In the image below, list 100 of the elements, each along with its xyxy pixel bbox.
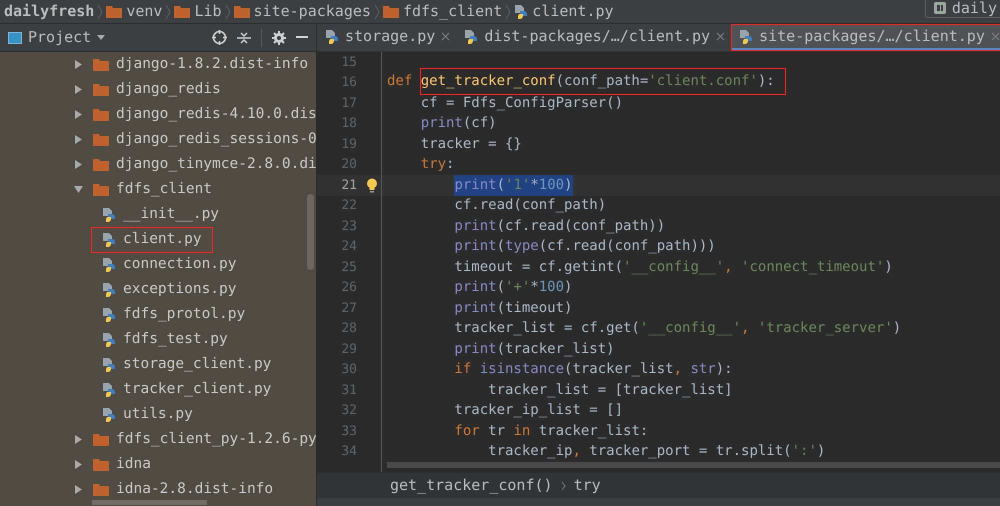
code-line: cf = Fdfs_ConfigParser() <box>420 94 624 113</box>
python-file-icon <box>464 28 478 44</box>
editor-tab[interactable]: dist-packages/…/client.py <box>456 24 732 51</box>
tree-item[interactable]: django_redis_sessions-0 <box>93 128 316 152</box>
line-number: 21 <box>340 176 357 194</box>
line-number: 30 <box>340 361 357 379</box>
folder-icon <box>93 458 109 471</box>
collapsed-arrow-icon[interactable] <box>74 160 83 169</box>
breadcrumb-item[interactable]: dailyfresh <box>4 0 94 23</box>
expanded-arrow-icon[interactable] <box>74 185 83 194</box>
close-icon[interactable] <box>990 32 1000 40</box>
tree-item[interactable]: idna-2.8.dist-info <box>93 478 284 502</box>
breadcrumb-item[interactable]: try <box>574 474 601 497</box>
tree-item[interactable]: storage_client.py <box>102 352 282 376</box>
folder-icon <box>93 433 109 446</box>
python-file-icon <box>514 4 528 19</box>
chevron-icon <box>374 4 380 20</box>
tree-item[interactable]: django-1.8.2.dist-info <box>93 52 316 76</box>
folder-icon <box>93 183 109 196</box>
line-number: 31 <box>340 382 357 400</box>
tree-item[interactable]: fdfs_client <box>93 178 222 202</box>
target-icon[interactable] <box>212 30 227 45</box>
python-file-icon <box>102 282 116 297</box>
tree-item[interactable]: django_redis-4.10.0.dis <box>93 102 316 126</box>
code-line: if isinstance(tracker_list, str): <box>453 360 733 380</box>
code-line: print(cf) <box>420 114 497 134</box>
code-line: tracker_ip_list = [] <box>453 401 624 420</box>
folder-icon <box>382 5 399 18</box>
breadcrumb-item[interactable]: get_tracker_conf() <box>390 474 553 497</box>
breadcrumb-item[interactable]: venv <box>106 0 162 23</box>
tree-item[interactable]: exceptions.py <box>102 278 246 302</box>
line-number: 18 <box>340 115 357 133</box>
python-file-icon <box>102 332 116 347</box>
editor-tab[interactable]: storage.py <box>317 24 456 51</box>
breadcrumb-item[interactable]: client.py <box>514 0 614 23</box>
line-number: 34 <box>340 443 357 461</box>
horizontal-scrollbar[interactable] <box>387 462 1000 468</box>
tree-item[interactable]: django_tinymce-2.8.0.di <box>93 152 316 176</box>
folder-icon <box>174 5 190 18</box>
tree-item[interactable]: django_redis <box>93 78 231 102</box>
tree-item[interactable]: connection.py <box>102 252 246 276</box>
tree-item[interactable]: idna <box>93 452 161 476</box>
collapsed-arrow-icon[interactable] <box>74 60 83 69</box>
tree-item[interactable]: __init__.py <box>102 202 230 226</box>
line-number: 24 <box>340 238 357 256</box>
code-line: print(tracker_list) <box>453 340 615 359</box>
close-icon[interactable] <box>441 32 450 40</box>
chevron-icon <box>560 480 566 490</box>
lightbulb-icon[interactable] <box>366 178 378 193</box>
editor-tab[interactable]: site-packages/…/client.py <box>731 24 1000 51</box>
line-number: 29 <box>340 340 357 358</box>
collapsed-arrow-icon[interactable] <box>74 435 83 444</box>
python-file-icon <box>102 407 116 422</box>
line-number: 32 <box>340 402 357 420</box>
folder-icon <box>93 83 109 96</box>
breadcrumb-item[interactable]: Lib <box>174 0 222 23</box>
line-number: 22 <box>340 197 357 215</box>
breadcrumb-item[interactable]: site-packages <box>234 0 371 23</box>
folder-icon <box>93 108 109 121</box>
vertical-scrollbar[interactable] <box>307 194 314 270</box>
folder-icon <box>234 5 250 18</box>
line-number: 23 <box>340 218 357 236</box>
folder-icon <box>93 58 109 71</box>
tree-item[interactable]: fdfs_client_py-1.2.6-py <box>93 428 316 452</box>
tree-item[interactable]: utils.py <box>102 402 203 426</box>
chevron-icon <box>165 4 172 20</box>
python-file-icon <box>739 28 754 44</box>
folder-icon <box>93 133 109 146</box>
code-line: cf.read(conf_path) <box>453 196 606 216</box>
line-number: 19 <box>340 136 357 154</box>
line-number: 28 <box>340 320 357 338</box>
line-number: 25 <box>340 258 357 276</box>
tree-item[interactable]: client.py <box>92 228 212 252</box>
tree-item[interactable]: fdfs_protol.py <box>102 302 256 326</box>
run-configuration[interactable]: daily <box>924 0 1000 18</box>
tree-item[interactable]: fdfs_test.py <box>102 328 238 352</box>
python-file-icon <box>102 232 116 247</box>
collapsed-arrow-icon[interactable] <box>74 85 83 94</box>
python-file-icon <box>102 307 116 322</box>
collapsed-arrow-icon[interactable] <box>74 135 83 144</box>
project-view-selector[interactable]: Project <box>8 26 106 49</box>
code-line: tracker_ip, tracker_port = tr.split(':') <box>487 442 826 462</box>
collapsed-arrow-icon[interactable] <box>74 110 83 119</box>
settings-icon[interactable] <box>272 30 286 44</box>
collapse-all-icon[interactable] <box>237 30 251 44</box>
folder-icon <box>93 483 109 496</box>
tree-item[interactable]: tracker_client.py <box>102 378 282 402</box>
collapsed-arrow-icon[interactable] <box>74 485 83 494</box>
line-number: 26 <box>340 279 357 297</box>
python-file-icon <box>102 382 116 397</box>
code-line: print('+'*100) <box>453 278 572 298</box>
python-file-icon <box>325 28 339 44</box>
horizontal-scrollbar[interactable] <box>92 500 207 505</box>
minimize-icon[interactable] <box>296 36 308 39</box>
collapsed-arrow-icon[interactable] <box>74 460 83 469</box>
breadcrumb-item[interactable]: fdfs_client <box>382 0 502 23</box>
code-line: tracker = {} <box>420 134 522 154</box>
code-line: def get_tracker_conf(conf_path='client.conf'): <box>387 71 785 94</box>
close-icon[interactable] <box>716 32 726 40</box>
code-line: print(cf.read(conf_path)) <box>453 216 666 236</box>
